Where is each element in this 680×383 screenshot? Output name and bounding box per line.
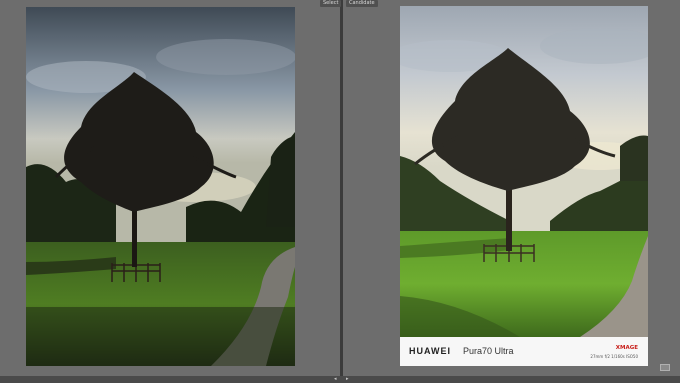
xmage-logo: XMAGE	[615, 345, 638, 351]
camera-model: Pura70 Ultra	[463, 346, 514, 356]
candidate-label: Candidate	[346, 0, 378, 7]
scroll-left-icon[interactable]: ◂	[334, 377, 339, 382]
watermark-frame: HUAWEI Pura70 Ultra XMAGE 27mm f/2 1/160…	[400, 337, 648, 366]
exif-specs: 27mm f/2 1/160s ISO50	[590, 354, 638, 359]
select-photo[interactable]	[26, 7, 295, 366]
view-toggle-icon[interactable]	[660, 364, 670, 371]
tree-landscape-photo-right	[400, 6, 648, 337]
pane-divider[interactable]	[340, 0, 343, 383]
tree-landscape-photo-left	[26, 7, 295, 366]
candidate-photo[interactable]	[400, 6, 648, 337]
scroll-right-icon[interactable]: ▸	[346, 377, 351, 382]
brand-logo: HUAWEI	[409, 346, 451, 356]
select-label: Select	[320, 0, 342, 7]
bottom-bar: ◂ ▸	[0, 376, 680, 383]
